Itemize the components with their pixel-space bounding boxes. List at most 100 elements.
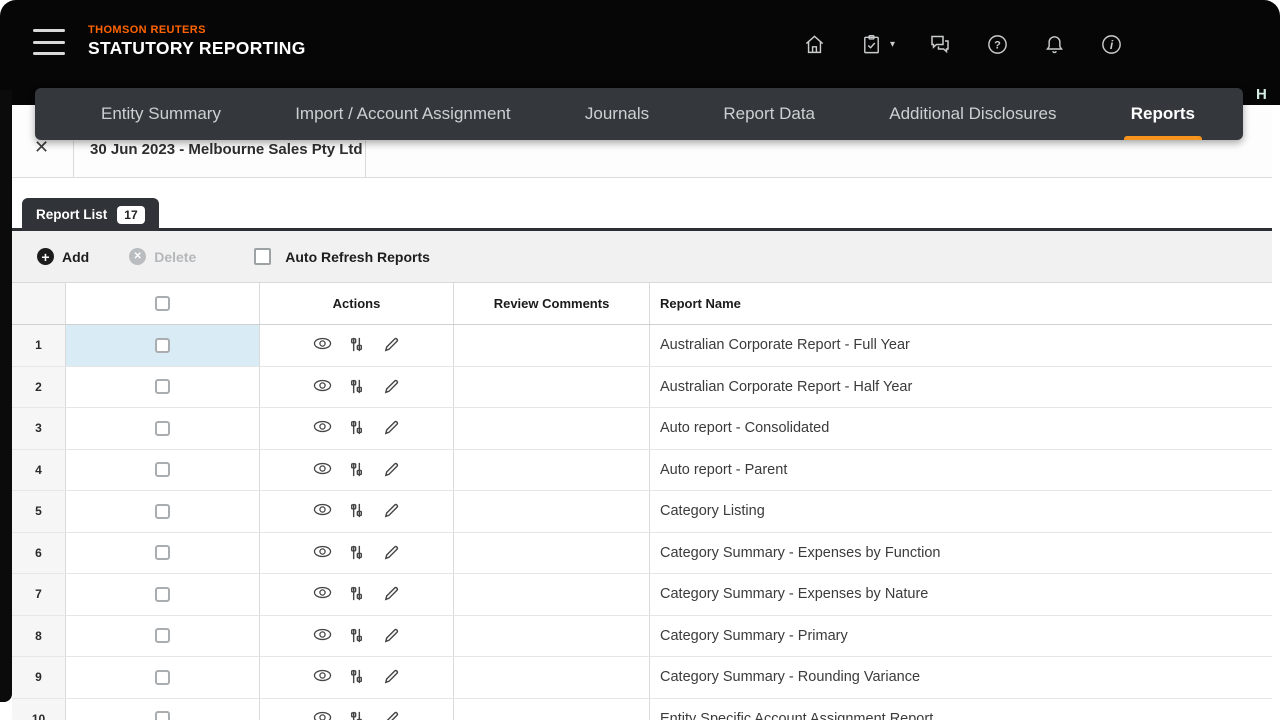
- row-checkbox[interactable]: [155, 628, 170, 643]
- row-checkbox-cell: [66, 367, 260, 408]
- row-checkbox-cell: [66, 325, 260, 366]
- app-title: STATUTORY REPORTING: [88, 38, 306, 59]
- report-name-cell[interactable]: Category Summary - Expenses by Function: [650, 533, 1272, 574]
- row-checkbox[interactable]: [155, 504, 170, 519]
- main-nav: Entity Summary Import / Account Assignme…: [35, 88, 1243, 140]
- edit-pencil-icon[interactable]: [383, 336, 401, 354]
- tasks-clipboard-icon[interactable]: [859, 32, 883, 56]
- review-comments-cell: [454, 574, 650, 615]
- view-eye-icon[interactable]: [313, 710, 331, 720]
- edit-pencil-icon[interactable]: [383, 668, 401, 686]
- review-comments-cell: [454, 657, 650, 698]
- report-name-cell[interactable]: Category Summary - Primary: [650, 616, 1272, 657]
- view-eye-icon[interactable]: [313, 544, 331, 562]
- table-row: 3 Auto report - Consolidated: [12, 408, 1272, 450]
- review-comments-cell: [454, 616, 650, 657]
- row-checkbox[interactable]: [155, 421, 170, 436]
- tab-report-data[interactable]: Report Data: [721, 88, 817, 140]
- report-name-cell[interactable]: Entity Specific Account Assignment Repor…: [650, 699, 1272, 720]
- edit-pencil-icon[interactable]: [383, 544, 401, 562]
- row-checkbox[interactable]: [155, 379, 170, 394]
- row-actions-cell: [260, 408, 454, 449]
- row-checkbox[interactable]: [155, 338, 170, 353]
- settings-sliders-icon[interactable]: [348, 627, 366, 645]
- report-name-cell[interactable]: Auto report - Consolidated: [650, 408, 1272, 449]
- view-eye-icon[interactable]: [313, 502, 331, 520]
- view-eye-icon[interactable]: [313, 627, 331, 645]
- report-name-text: Category Listing: [660, 503, 765, 519]
- view-eye-icon[interactable]: [313, 336, 331, 354]
- view-eye-icon[interactable]: [313, 378, 331, 396]
- table-row: 5 Category Listing: [12, 491, 1272, 533]
- settings-sliders-icon[interactable]: [348, 378, 366, 396]
- report-list-tab[interactable]: Report List 17: [22, 198, 159, 231]
- report-toolbar: + Add ✕ Delete Auto Refresh Reports: [12, 231, 1272, 283]
- settings-sliders-icon[interactable]: [348, 544, 366, 562]
- report-name-cell[interactable]: Australian Corporate Report - Full Year: [650, 325, 1272, 366]
- tab-entity-summary[interactable]: Entity Summary: [99, 88, 223, 140]
- row-checkbox-cell: [66, 657, 260, 698]
- close-icon[interactable]: ✕: [34, 138, 49, 156]
- row-checkbox[interactable]: [155, 462, 170, 477]
- home-icon[interactable]: [802, 32, 826, 56]
- edit-pencil-icon[interactable]: [383, 461, 401, 479]
- tab-additional-disclosures[interactable]: Additional Disclosures: [887, 88, 1058, 140]
- report-name-cell[interactable]: Category Summary - Rounding Variance: [650, 657, 1272, 698]
- tab-journals[interactable]: Journals: [583, 88, 651, 140]
- table-row: 4 Auto report - Parent: [12, 450, 1272, 492]
- view-eye-icon[interactable]: [313, 668, 331, 686]
- settings-sliders-icon[interactable]: [348, 668, 366, 686]
- app-window: THOMSON REUTERS STATUTORY REPORTING ▾ ? …: [0, 0, 1280, 720]
- tab-reports[interactable]: Reports: [1129, 88, 1197, 140]
- notifications-bell-icon[interactable]: [1042, 32, 1066, 56]
- info-icon[interactable]: i: [1099, 32, 1123, 56]
- review-comments-header: Review Comments: [454, 283, 650, 324]
- settings-sliders-icon[interactable]: [348, 502, 366, 520]
- help-icon[interactable]: ?: [985, 32, 1009, 56]
- delete-button[interactable]: ✕ Delete: [129, 248, 196, 265]
- row-checkbox[interactable]: [155, 587, 170, 602]
- delete-button-label: Delete: [154, 249, 196, 265]
- row-actions-cell: [260, 367, 454, 408]
- settings-sliders-icon[interactable]: [348, 419, 366, 437]
- edit-pencil-icon[interactable]: [383, 502, 401, 520]
- chevron-down-icon[interactable]: ▾: [890, 39, 895, 50]
- edit-pencil-icon[interactable]: [383, 627, 401, 645]
- select-all-checkbox[interactable]: [155, 296, 170, 311]
- review-comments-cell: [454, 699, 650, 720]
- row-number: 4: [12, 450, 66, 491]
- row-checkbox[interactable]: [155, 711, 170, 720]
- view-eye-icon[interactable]: [313, 585, 331, 603]
- hamburger-menu-icon[interactable]: [33, 29, 65, 55]
- row-checkbox[interactable]: [155, 670, 170, 685]
- brand-thomson-reuters: THOMSON REUTERS: [88, 24, 306, 36]
- report-name-cell[interactable]: Auto report - Parent: [650, 450, 1272, 491]
- edit-pencil-icon[interactable]: [383, 419, 401, 437]
- report-name-cell[interactable]: Category Summary - Expenses by Nature: [650, 574, 1272, 615]
- settings-sliders-icon[interactable]: [348, 461, 366, 479]
- report-name-cell[interactable]: Category Listing: [650, 491, 1272, 532]
- report-name-cell[interactable]: Australian Corporate Report - Half Year: [650, 367, 1272, 408]
- actions-header: Actions: [260, 283, 454, 324]
- view-eye-icon[interactable]: [313, 461, 331, 479]
- edit-pencil-icon[interactable]: [383, 378, 401, 396]
- row-actions-cell: [260, 450, 454, 491]
- table-row: 1 Australian Corporate Report - Full Yea…: [12, 325, 1272, 367]
- edit-pencil-icon[interactable]: [383, 710, 401, 720]
- row-checkbox[interactable]: [155, 545, 170, 560]
- help-link-cutoff[interactable]: H: [1256, 86, 1267, 103]
- settings-sliders-icon[interactable]: [348, 336, 366, 354]
- row-number: 2: [12, 367, 66, 408]
- tab-import-account-assignment[interactable]: Import / Account Assignment: [293, 88, 512, 140]
- table-row: 9 Category Summary - Rounding Variance: [12, 657, 1272, 699]
- settings-sliders-icon[interactable]: [348, 585, 366, 603]
- edit-pencil-icon[interactable]: [383, 585, 401, 603]
- auto-refresh-checkbox[interactable]: [254, 248, 271, 265]
- table-row: 7 Category Summary - Expenses by Nature: [12, 574, 1272, 616]
- messages-icon[interactable]: [928, 32, 952, 56]
- row-checkbox-cell: [66, 574, 260, 615]
- view-eye-icon[interactable]: [313, 419, 331, 437]
- table-row: 10 Entity Specific Account Assignment Re…: [12, 699, 1272, 720]
- add-button[interactable]: + Add: [37, 248, 89, 265]
- settings-sliders-icon[interactable]: [348, 710, 366, 720]
